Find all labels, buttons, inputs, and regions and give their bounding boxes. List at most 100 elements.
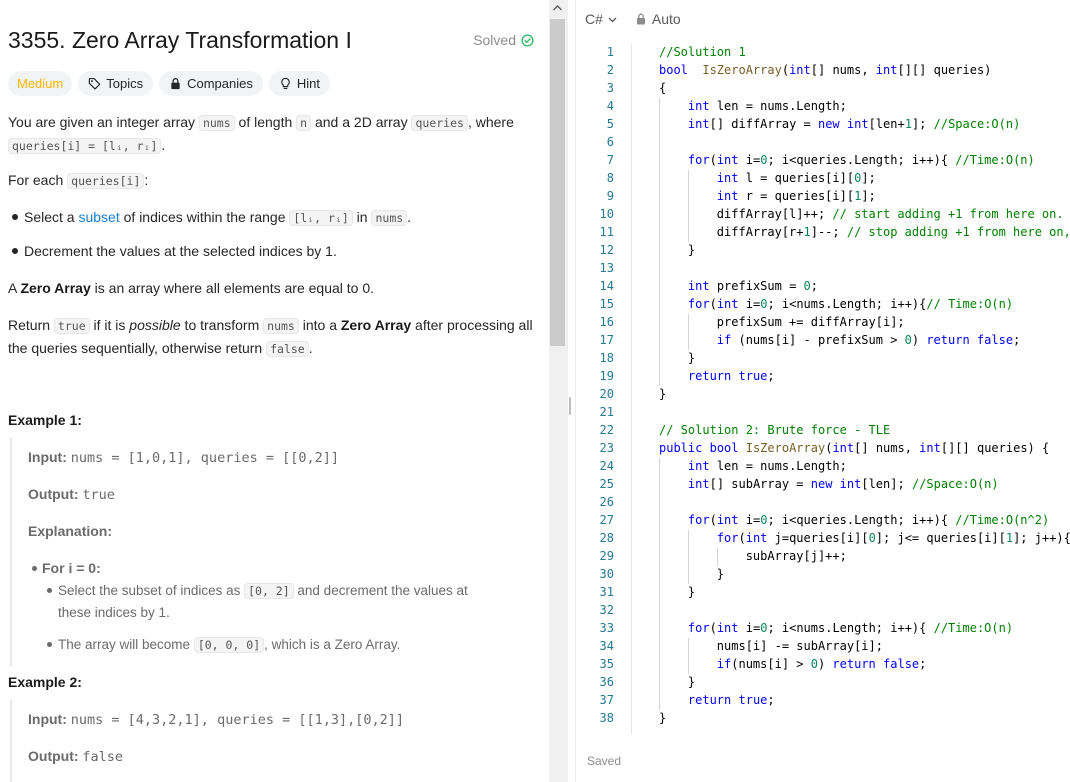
scrollbar-thumb[interactable] [550,19,565,346]
line-number: 11 [599,225,614,239]
example-1-heading: Example 1: [8,412,82,428]
line-number: 3 [606,81,614,95]
line-number: 27 [599,513,614,527]
solved-label: Solved [473,32,516,48]
code-line: int len = nums.Length; [687,459,847,473]
subset-link[interactable]: subset [78,209,119,225]
text: these indices by 1. [58,605,170,620]
line-number: 6 [606,135,614,149]
code-editor-panel: C# Auto 1 2 3 4 5 6 7 8 9 10 11 12 13 14 15 16 17 18 19 20 2… [575,0,1070,782]
line-number: 15 [599,297,614,311]
line-number: 31 [599,585,614,599]
topics-button[interactable]: Topics [78,71,154,96]
bold-text: Zero Array [20,280,91,296]
line-number: 18 [599,351,614,365]
text: , where [467,114,514,130]
auto-mode-toggle[interactable]: Auto [636,11,681,27]
text: . [161,137,166,153]
editor-toolbar: C# Auto [576,0,1070,38]
code-line: } [659,351,696,365]
line-number: 35 [599,657,614,671]
bullet-dot [47,588,52,593]
lock-icon [636,13,645,25]
line-number: 22 [599,423,614,437]
example-2-block: Input: nums = [4,3,2,1], queries = [[1,3… [10,700,404,782]
code-line: public bool IsZeroArray(int[] nums, int[… [659,441,1050,455]
code-line: } [659,387,667,401]
code-line: for(int i=0; i<queries.Length; i++){ //T… [687,153,1035,167]
output-label: Output: [28,748,79,764]
example-1-block: Input: nums = [1,0,1], queries = [[0,2]]… [10,438,339,666]
code-area[interactable]: 1 2 3 4 5 6 7 8 9 10 11 12 13 14 15 16 17 18 19 20 21 22 23 24 2… [576,44,1070,734]
input-value: nums = [4,3,2,1], queries = [[1,3],[0,2]… [70,712,405,728]
line-number: 30 [599,567,614,581]
text: . [407,209,412,225]
code-nums: nums [263,318,299,334]
example-1-explanation: Explanation: [28,523,112,539]
text: . [308,340,313,356]
line-number: 4 [606,99,614,113]
code-line: } [659,567,725,581]
code-line: } [659,243,696,257]
description-paragraph-4: Return true if it is possible to transfo… [8,314,538,360]
auto-label: Auto [651,11,681,27]
text: Return [8,317,54,333]
problem-title[interactable]: 3355. Zero Array Transformation I [8,27,352,54]
bullet-dot [47,642,52,647]
code-line: int[] subArray = new int[len]; //Space:O… [687,477,999,491]
language-label: C# [585,11,603,27]
description-paragraph-1: You are given an integer array nums of l… [8,111,538,157]
scroll-up-arrow-icon[interactable] [552,3,563,13]
line-number: 5 [606,117,614,131]
input-value: nums = [1,0,1], queries = [[0,2]] [70,450,339,466]
hint-button[interactable]: Hint [268,71,330,96]
line-number: 1 [606,45,614,59]
code-line: for(int i=0; i<nums.Length; i++){// Time… [687,297,1014,311]
code-line: for(int i=0; i<nums.Length; i++){ //Time… [687,621,1014,635]
topics-label: Topics [106,76,144,91]
example-1-input: Input: nums = [1,0,1], queries = [[0,2]] [28,449,339,466]
input-label: Input: [28,449,67,465]
text: in [352,209,372,225]
bullet-dot [12,214,18,220]
lightbulb-icon [281,77,290,89]
example-2-input: Input: nums = [4,3,2,1], queries = [[1,3… [28,711,404,728]
line-number: 19 [599,369,614,383]
bullet-dot [32,566,37,571]
problem-description-panel: 3355. Zero Array Transformation I Solved… [0,0,549,782]
code-line: { [659,81,667,95]
output-label: Output: [28,486,79,502]
line-number: 13 [599,261,614,275]
line-number: 2 [606,63,614,77]
text: of length [234,114,297,130]
gutter-divider [631,44,632,734]
companies-button[interactable]: Companies [159,71,263,96]
example-1-sub-bullet-2: The array will become [0, 0, 0], which i… [58,634,498,656]
bullet-dot [12,248,18,254]
panel-resize-handle[interactable] [569,397,571,415]
line-number: 8 [606,171,614,185]
code-line: if (nums[i] - prefixSum > 0) return fals… [716,333,1021,347]
bullet-item-1: Select a subset of indices within the ra… [24,206,534,229]
code-line: } [659,585,696,599]
indent-guide [659,458,660,710]
code-line: diffArray[r+1]--; // stop adding +1 from… [659,225,1070,239]
text: the queries sequentially, otherwise retu… [8,340,267,356]
description-scrollbar[interactable] [549,0,568,782]
line-number: 29 [599,549,614,563]
code-line: diffArray[l]++; // start adding +1 from … [659,207,1064,221]
text: , which is a Zero Array. [264,637,401,652]
code-line: return true; [687,369,775,383]
bold-text: Zero Array [340,317,412,333]
code-nums: nums [198,115,235,131]
example-2-heading: Example 2: [8,674,82,690]
code-line: } [659,675,696,689]
line-number: 23 [599,441,614,455]
line-number: 25 [599,477,614,491]
input-label: Input: [28,711,67,727]
code-line: nums[i] -= subArray[i]; [659,639,883,653]
line-number: 38 [599,711,614,725]
code-true: true [53,318,90,334]
language-selector[interactable]: C# [585,11,618,27]
hint-label: Hint [296,76,320,91]
